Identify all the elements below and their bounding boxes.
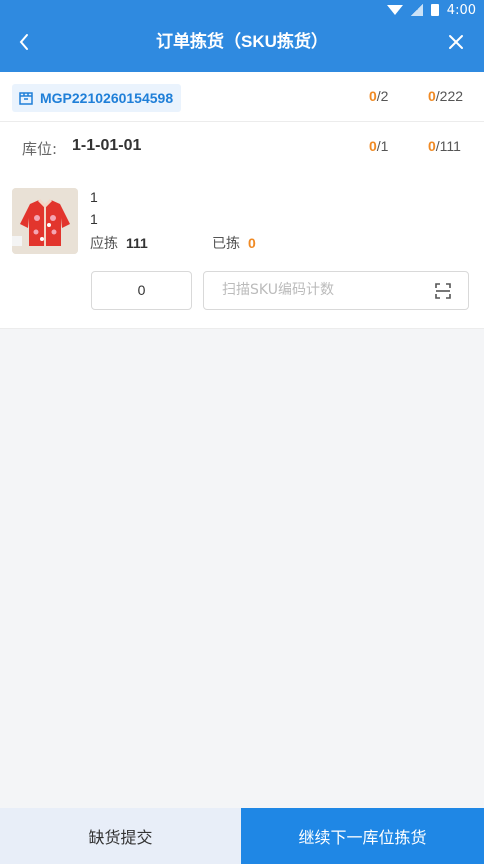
signal-icon <box>410 4 423 16</box>
back-button[interactable] <box>6 20 42 64</box>
item-line-1: 1 <box>90 189 98 205</box>
picked-info: 已拣 0 <box>212 233 256 253</box>
order-number-chip[interactable]: MGP2210260154598 <box>12 84 182 112</box>
status-bar: 4:00 <box>0 0 484 20</box>
order-number: MGP2210260154598 <box>40 90 174 106</box>
wifi-icon <box>386 5 403 15</box>
scan-sku-input[interactable]: 扫描SKU编码计数 <box>203 271 469 310</box>
location-quantity-count: 0/111 <box>428 138 461 154</box>
should-pick-info: 应拣 111 <box>90 233 148 253</box>
next-location-button[interactable]: 继续下一库位拣货 <box>241 808 484 864</box>
page-title: 订单拣货（SKU拣货） <box>156 32 328 51</box>
order-quantity-count: 0/222 <box>428 88 464 104</box>
product-image[interactable] <box>12 188 78 254</box>
footer-actions: 缺货提交 继续下一库位拣货 <box>0 808 484 864</box>
close-button[interactable] <box>438 20 474 64</box>
scan-placeholder: 扫描SKU编码计数 <box>222 282 334 298</box>
picked-label: 已拣 <box>212 236 240 252</box>
battery-icon <box>430 4 439 16</box>
quantity-input[interactable]: 0 <box>91 271 192 310</box>
chevron-left-icon <box>19 34 28 50</box>
should-pick-label: 应拣 <box>90 236 118 252</box>
title-bar: 订单拣货（SKU拣货） <box>0 20 484 72</box>
picked-value: 0 <box>248 235 256 251</box>
status-time: 4:00 <box>446 2 476 18</box>
sku-item-card: 1 1 应拣 111 已拣 0 0 扫描SKU编码计数 <box>0 172 484 329</box>
shortage-submit-button[interactable]: 缺货提交 <box>0 808 241 864</box>
scan-icon[interactable] <box>434 282 452 300</box>
order-row: MGP2210260154598 0/2 0/222 <box>0 72 484 122</box>
location-label: 库位: <box>22 140 58 158</box>
location-row: 库位: 1-1-01-01 0/1 0/111 <box>0 122 484 172</box>
order-item-count: 0/2 <box>369 88 389 104</box>
location-value: 1-1-01-01 <box>72 137 142 154</box>
item-line-2: 1 <box>90 211 98 227</box>
close-icon <box>449 35 463 49</box>
package-box-icon <box>19 92 33 105</box>
should-pick-value: 111 <box>126 235 148 251</box>
location-item-count: 0/1 <box>369 138 389 154</box>
